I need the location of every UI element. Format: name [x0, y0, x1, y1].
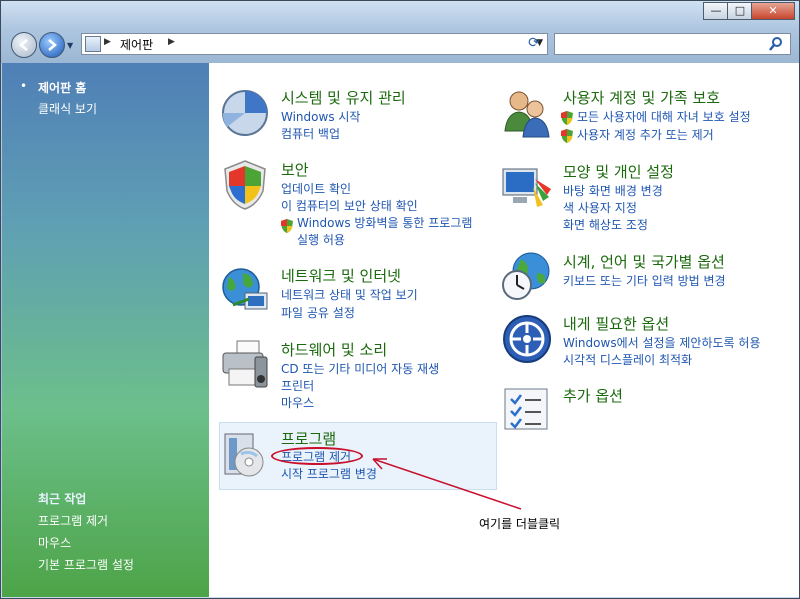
annotation-text: 여기를 더블클릭	[479, 517, 561, 531]
annotation-arrow-icon	[372, 458, 522, 510]
control-panel-window: — □ ✕ ▼ ▶ 제어판 ▶ ▼ ⟳ • 제어판 홈 클래식 보기 최근 작업…	[0, 0, 800, 599]
